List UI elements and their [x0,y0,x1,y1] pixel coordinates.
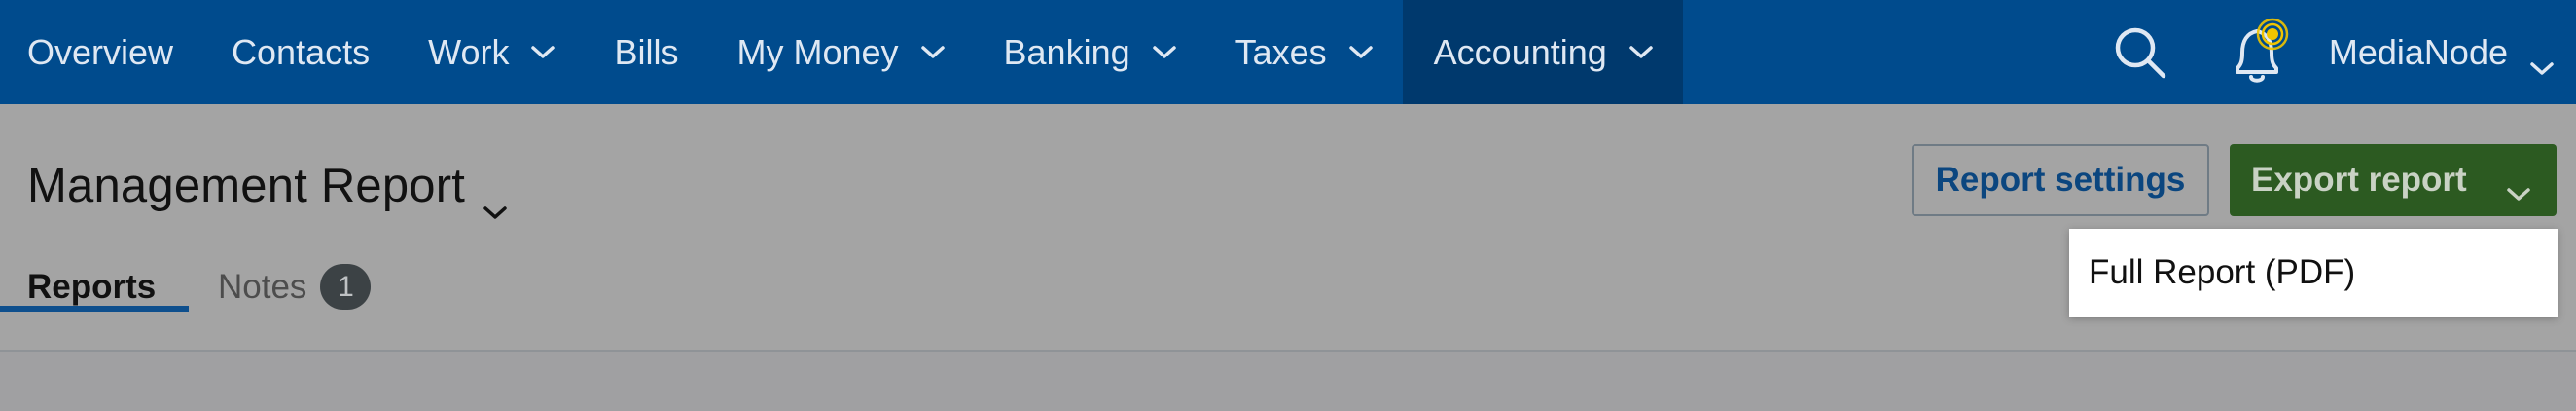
nav-item-label: Contacts [232,31,371,72]
chevron-down-icon [1348,45,1374,60]
page-content: Management Report Report settings Export… [0,104,2576,411]
chevron-down-icon [2529,45,2555,75]
tab-notes[interactable]: Notes 1 [189,250,372,312]
nav-item-taxes[interactable]: Taxes [1206,0,1403,104]
tab-label: Notes [218,268,307,306]
nav-item-label: My Money [736,31,899,72]
account-name: MediaNode [2328,31,2508,72]
menu-item-full-report-pdf[interactable]: Full Report (PDF) [2089,253,2355,292]
report-settings-button[interactable]: Report settings [1912,144,2209,216]
tab-label: Reports [27,268,157,306]
account-menu[interactable]: MediaNode [2328,31,2576,75]
nav-item-work[interactable]: Work [399,0,585,104]
page-title[interactable]: Management Report [27,159,508,219]
nav-item-banking[interactable]: Banking [975,0,1206,104]
nav-item-label: Overview [27,31,174,72]
nav-item-label: Taxes [1234,31,1327,72]
top-navigation: Overview Contacts Work Bills My Money Ba… [0,0,2576,104]
nav-item-label: Banking [1003,31,1130,72]
nav-item-bills[interactable]: Bills [585,0,707,104]
export-report-label: Export report [2251,161,2467,199]
tab-reports[interactable]: Reports [0,250,189,312]
nav-item-overview[interactable]: Overview [0,0,202,104]
chevron-down-icon [1628,45,1654,60]
nav-item-label: Work [428,31,510,72]
chevron-down-icon [483,178,508,219]
export-dropdown-menu: Full Report (PDF) [2069,229,2558,317]
page-title-text: Management Report [27,160,466,212]
export-report-button[interactable]: Export report [2230,144,2557,216]
chevron-down-icon [920,45,946,60]
notes-count-badge: 1 [320,264,372,310]
content-area [0,352,2576,411]
nav-item-accounting[interactable]: Accounting [1402,0,1683,104]
nav-right-group: MediaNode [2111,0,2576,104]
chevron-down-icon [2506,172,2531,201]
chevron-down-icon [530,45,555,60]
nav-item-label: Bills [614,31,679,72]
nav-item-my-money[interactable]: My Money [707,0,974,104]
nav-item-label: Accounting [1433,31,1607,72]
nav-item-contacts[interactable]: Contacts [202,0,399,104]
chevron-down-icon [1152,45,1177,60]
report-tabs: Reports Notes 1 [0,250,372,312]
bell-icon[interactable] [2228,16,2290,90]
search-icon[interactable] [2111,23,2169,82]
